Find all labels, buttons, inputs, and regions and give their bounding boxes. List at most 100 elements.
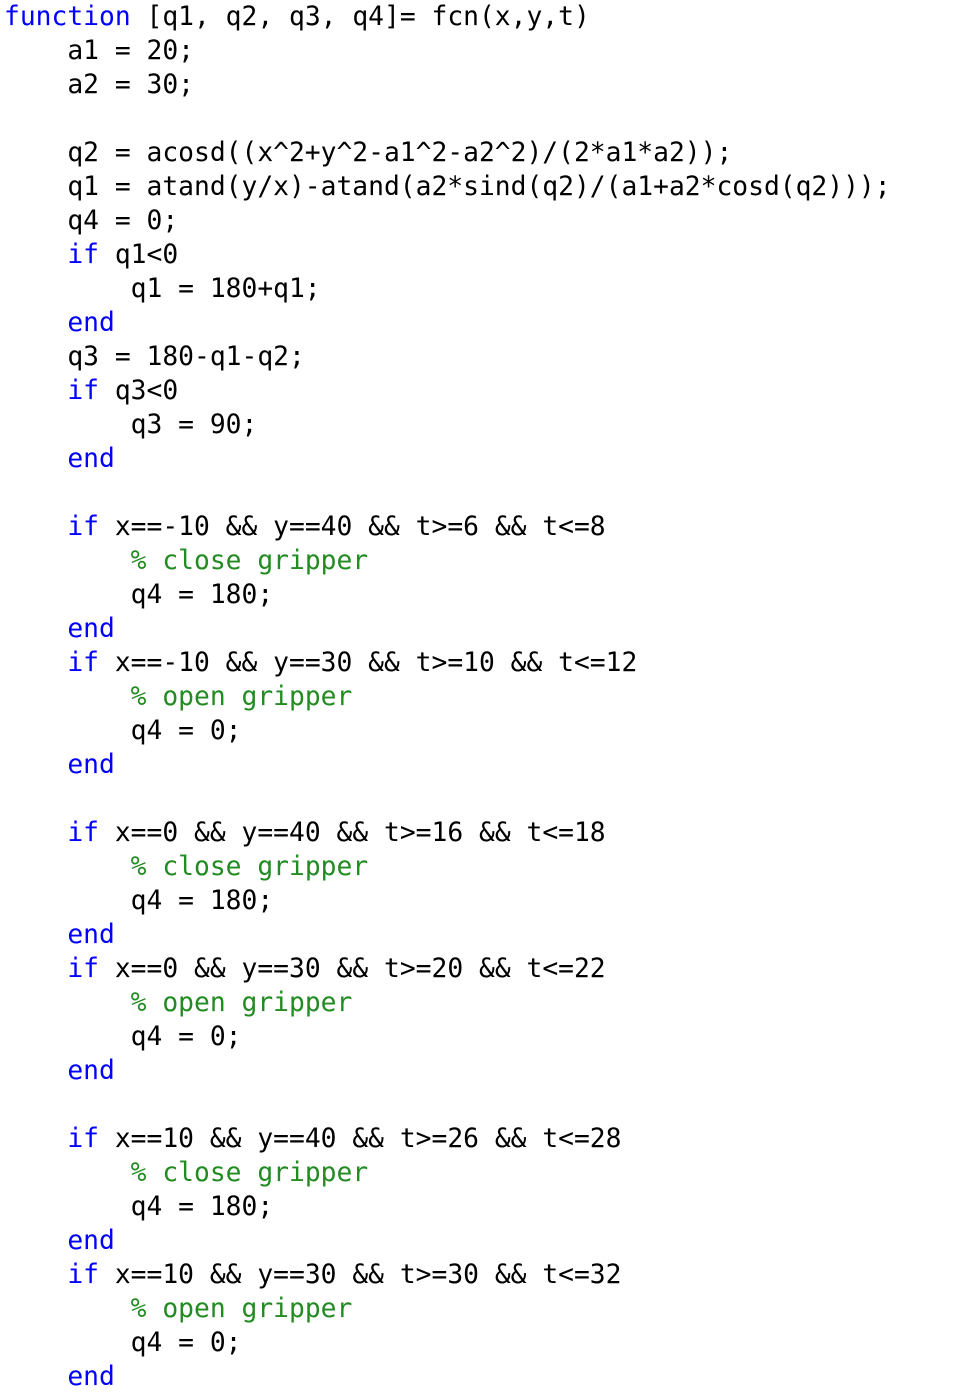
- code-line: a1 = 20;: [4, 34, 966, 68]
- code-line: % open gripper: [4, 1292, 966, 1326]
- keyword-token: if: [67, 1260, 100, 1290]
- code-line: end: [4, 748, 966, 782]
- code-line: % open gripper: [4, 986, 966, 1020]
- code-token: q1<0: [99, 240, 179, 270]
- comment-token: % close gripper: [130, 852, 369, 882]
- code-line: q4 = 0;: [4, 204, 966, 238]
- code-line: q4 = 0;: [4, 714, 966, 748]
- code-line: end: [4, 1224, 966, 1258]
- code-token: x==10 && y==40 && t>=26 && t<=28: [99, 1124, 622, 1154]
- code-token: q4 = 180;: [4, 886, 274, 916]
- code-line: end: [4, 306, 966, 340]
- code-line: end: [4, 442, 966, 476]
- comment-token: % open gripper: [130, 682, 353, 712]
- code-token: x==0 && y==30 && t>=20 && t<=22: [99, 954, 606, 984]
- code-line: q4 = 0;: [4, 1326, 966, 1360]
- keyword-token: function: [4, 2, 131, 32]
- code-token: x==10 && y==30 && t>=30 && t<=32: [99, 1260, 622, 1290]
- code-token: x==-10 && y==30 && t>=10 && t<=12: [99, 648, 638, 678]
- comment-token: % open gripper: [130, 988, 353, 1018]
- code-line: a2 = 30;: [4, 68, 966, 102]
- keyword-token: end: [67, 1226, 115, 1256]
- code-line: end: [4, 1054, 966, 1088]
- code-line: % close gripper: [4, 850, 966, 884]
- keyword-token: end: [67, 920, 115, 950]
- code-token: q4 = 0;: [4, 716, 242, 746]
- code-line: % open gripper: [4, 680, 966, 714]
- code-line: if x==-10 && y==40 && t>=6 && t<=8: [4, 510, 966, 544]
- code-line: if x==-10 && y==30 && t>=10 && t<=12: [4, 646, 966, 680]
- keyword-token: end: [67, 308, 115, 338]
- code-line: q1 = 180+q1;: [4, 272, 966, 306]
- keyword-token: if: [67, 240, 100, 270]
- code-line: q3 = 90;: [4, 408, 966, 442]
- code-line: q1 = atand(y/x)-atand(a2*sind(q2)/(a1+a2…: [4, 170, 966, 204]
- keyword-token: if: [67, 818, 100, 848]
- keyword-token: if: [67, 954, 100, 984]
- code-line: end: [4, 1360, 966, 1394]
- code-line: if q3<0: [4, 374, 966, 408]
- keyword-token: if: [67, 512, 100, 542]
- code-line: if x==0 && y==40 && t>=16 && t<=18: [4, 816, 966, 850]
- code-line: if x==10 && y==40 && t>=26 && t<=28: [4, 1122, 966, 1156]
- keyword-token: end: [67, 1362, 115, 1392]
- code-token: q4 = 0;: [4, 1328, 242, 1358]
- code-token: q1 = 180+q1;: [4, 274, 321, 304]
- code-token: q3 = 90;: [4, 410, 258, 440]
- code-token: q4 = 180;: [4, 1192, 274, 1222]
- code-line: if q1<0: [4, 238, 966, 272]
- code-line: % close gripper: [4, 1156, 966, 1190]
- code-token: q4 = 180;: [4, 580, 274, 610]
- comment-token: % close gripper: [130, 546, 369, 576]
- code-token: [q1, q2, q3, q4]= fcn(x,y,t): [130, 2, 590, 32]
- code-token: q4 = 0;: [4, 1022, 242, 1052]
- code-line: if x==0 && y==30 && t>=20 && t<=22: [4, 952, 966, 986]
- code-token: q2 = acosd((x^2+y^2-a1^2-a2^2)/(2*a1*a2)…: [4, 138, 733, 168]
- keyword-token: end: [67, 444, 115, 474]
- code-line: if x==10 && y==30 && t>=30 && t<=32: [4, 1258, 966, 1292]
- code-editor[interactable]: function [q1, q2, q3, q4]= fcn(x,y,t) a1…: [4, 0, 966, 1394]
- code-token: q3<0: [99, 376, 179, 406]
- code-token: a2 = 30;: [4, 70, 194, 100]
- code-line: % close gripper: [4, 544, 966, 578]
- keyword-token: if: [67, 376, 100, 406]
- code-line: q4 = 180;: [4, 578, 966, 612]
- keyword-token: if: [67, 648, 100, 678]
- keyword-token: end: [67, 750, 115, 780]
- code-line: q4 = 0;: [4, 1020, 966, 1054]
- keyword-token: if: [67, 1124, 100, 1154]
- code-line: end: [4, 918, 966, 952]
- keyword-token: end: [67, 1056, 115, 1086]
- comment-token: % close gripper: [130, 1158, 369, 1188]
- code-token: q3 = 180-q1-q2;: [4, 342, 305, 372]
- code-line: q4 = 180;: [4, 1190, 966, 1224]
- code-token: q1 = atand(y/x)-atand(a2*sind(q2)/(a1+a2…: [4, 172, 891, 202]
- code-token: a1 = 20;: [4, 36, 194, 66]
- code-token: x==-10 && y==40 && t>=6 && t<=8: [99, 512, 606, 542]
- code-token: x==0 && y==40 && t>=16 && t<=18: [99, 818, 606, 848]
- code-line: end: [4, 612, 966, 646]
